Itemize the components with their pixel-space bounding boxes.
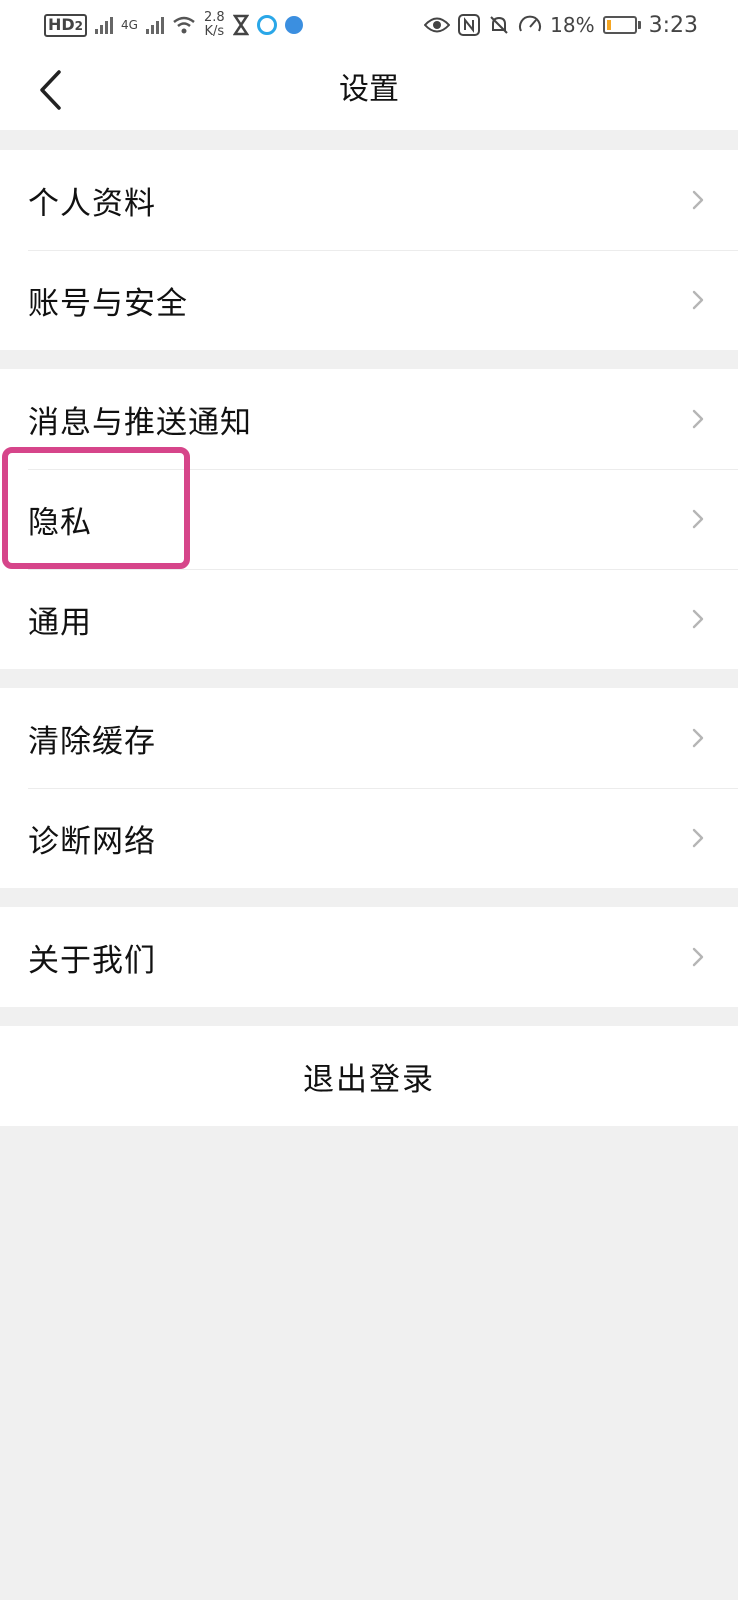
settings-group-preferences: 消息与推送通知 隐私 通用 bbox=[0, 369, 738, 669]
wifi-icon bbox=[173, 16, 195, 34]
page-title: 设置 bbox=[339, 72, 399, 107]
eye-icon bbox=[424, 17, 451, 33]
network-speed: 2.8 K/s bbox=[203, 10, 225, 39]
hourglass-icon bbox=[232, 14, 249, 36]
chevron-right-icon bbox=[692, 728, 704, 748]
signal-strength-icon-2 bbox=[145, 16, 164, 34]
settings-item-label: 清除缓存 bbox=[28, 723, 156, 760]
logout-label: 退出登录 bbox=[303, 1061, 435, 1098]
bell-off-icon bbox=[490, 16, 508, 34]
back-button[interactable] bbox=[20, 60, 80, 120]
settings-item-account-security[interactable]: 账号与安全 bbox=[0, 250, 738, 350]
settings-item-label: 关于我们 bbox=[28, 942, 156, 979]
speedometer-icon bbox=[519, 15, 542, 32]
chevron-right-icon bbox=[692, 828, 704, 848]
chevron-right-icon bbox=[692, 190, 704, 210]
settings-group-account: 个人资料 账号与安全 bbox=[0, 150, 738, 350]
settings-item-label: 通用 bbox=[28, 604, 92, 641]
chevron-right-icon bbox=[692, 409, 704, 429]
settings-item-notifications[interactable]: 消息与推送通知 bbox=[0, 369, 738, 469]
navigation-bar: 设置 bbox=[0, 50, 738, 130]
settings-item-label: 隐私 bbox=[28, 504, 92, 541]
battery-icon bbox=[602, 16, 641, 34]
status-bar-right: 18% 3:23 bbox=[424, 13, 698, 38]
chevron-right-icon bbox=[692, 509, 704, 529]
hd-voice-icon: HD2 bbox=[44, 13, 88, 37]
settings-item-label: 诊断网络 bbox=[28, 823, 156, 860]
chevron-right-icon bbox=[692, 609, 704, 629]
signal-strength-icon bbox=[95, 16, 114, 34]
logout-button[interactable]: 退出登录 bbox=[0, 1026, 738, 1126]
app-notification-icon bbox=[256, 15, 277, 35]
chevron-right-icon bbox=[692, 290, 704, 310]
settings-item-label: 账号与安全 bbox=[28, 285, 188, 322]
chevron-left-icon bbox=[40, 70, 61, 110]
settings-item-about-us[interactable]: 关于我们 bbox=[0, 907, 738, 1007]
settings-item-general[interactable]: 通用 bbox=[0, 569, 738, 669]
browser-notification-icon bbox=[284, 16, 303, 34]
battery-percent: 18% bbox=[550, 13, 595, 37]
settings-item-clear-cache[interactable]: 清除缓存 bbox=[0, 688, 738, 788]
nfc-icon bbox=[458, 14, 481, 36]
settings-item-privacy[interactable]: 隐私 bbox=[0, 469, 738, 569]
settings-group-about: 关于我们 bbox=[0, 907, 738, 1007]
settings-item-profile[interactable]: 个人资料 bbox=[0, 150, 738, 250]
chevron-right-icon bbox=[692, 947, 704, 967]
status-bar-left: HD2 4G 2.8 K/s bbox=[44, 11, 303, 39]
status-bar: HD2 4G 2.8 K/s 18% 3:23 bbox=[0, 0, 738, 50]
settings-item-label: 消息与推送通知 bbox=[28, 404, 252, 441]
network-type-label: 4G bbox=[121, 18, 138, 32]
battery-level-fill bbox=[606, 20, 612, 30]
settings-item-label: 个人资料 bbox=[28, 185, 156, 222]
clock: 3:23 bbox=[648, 12, 698, 38]
settings-item-network-diagnostics[interactable]: 诊断网络 bbox=[0, 788, 738, 888]
settings-group-maintenance: 清除缓存 诊断网络 bbox=[0, 688, 738, 888]
